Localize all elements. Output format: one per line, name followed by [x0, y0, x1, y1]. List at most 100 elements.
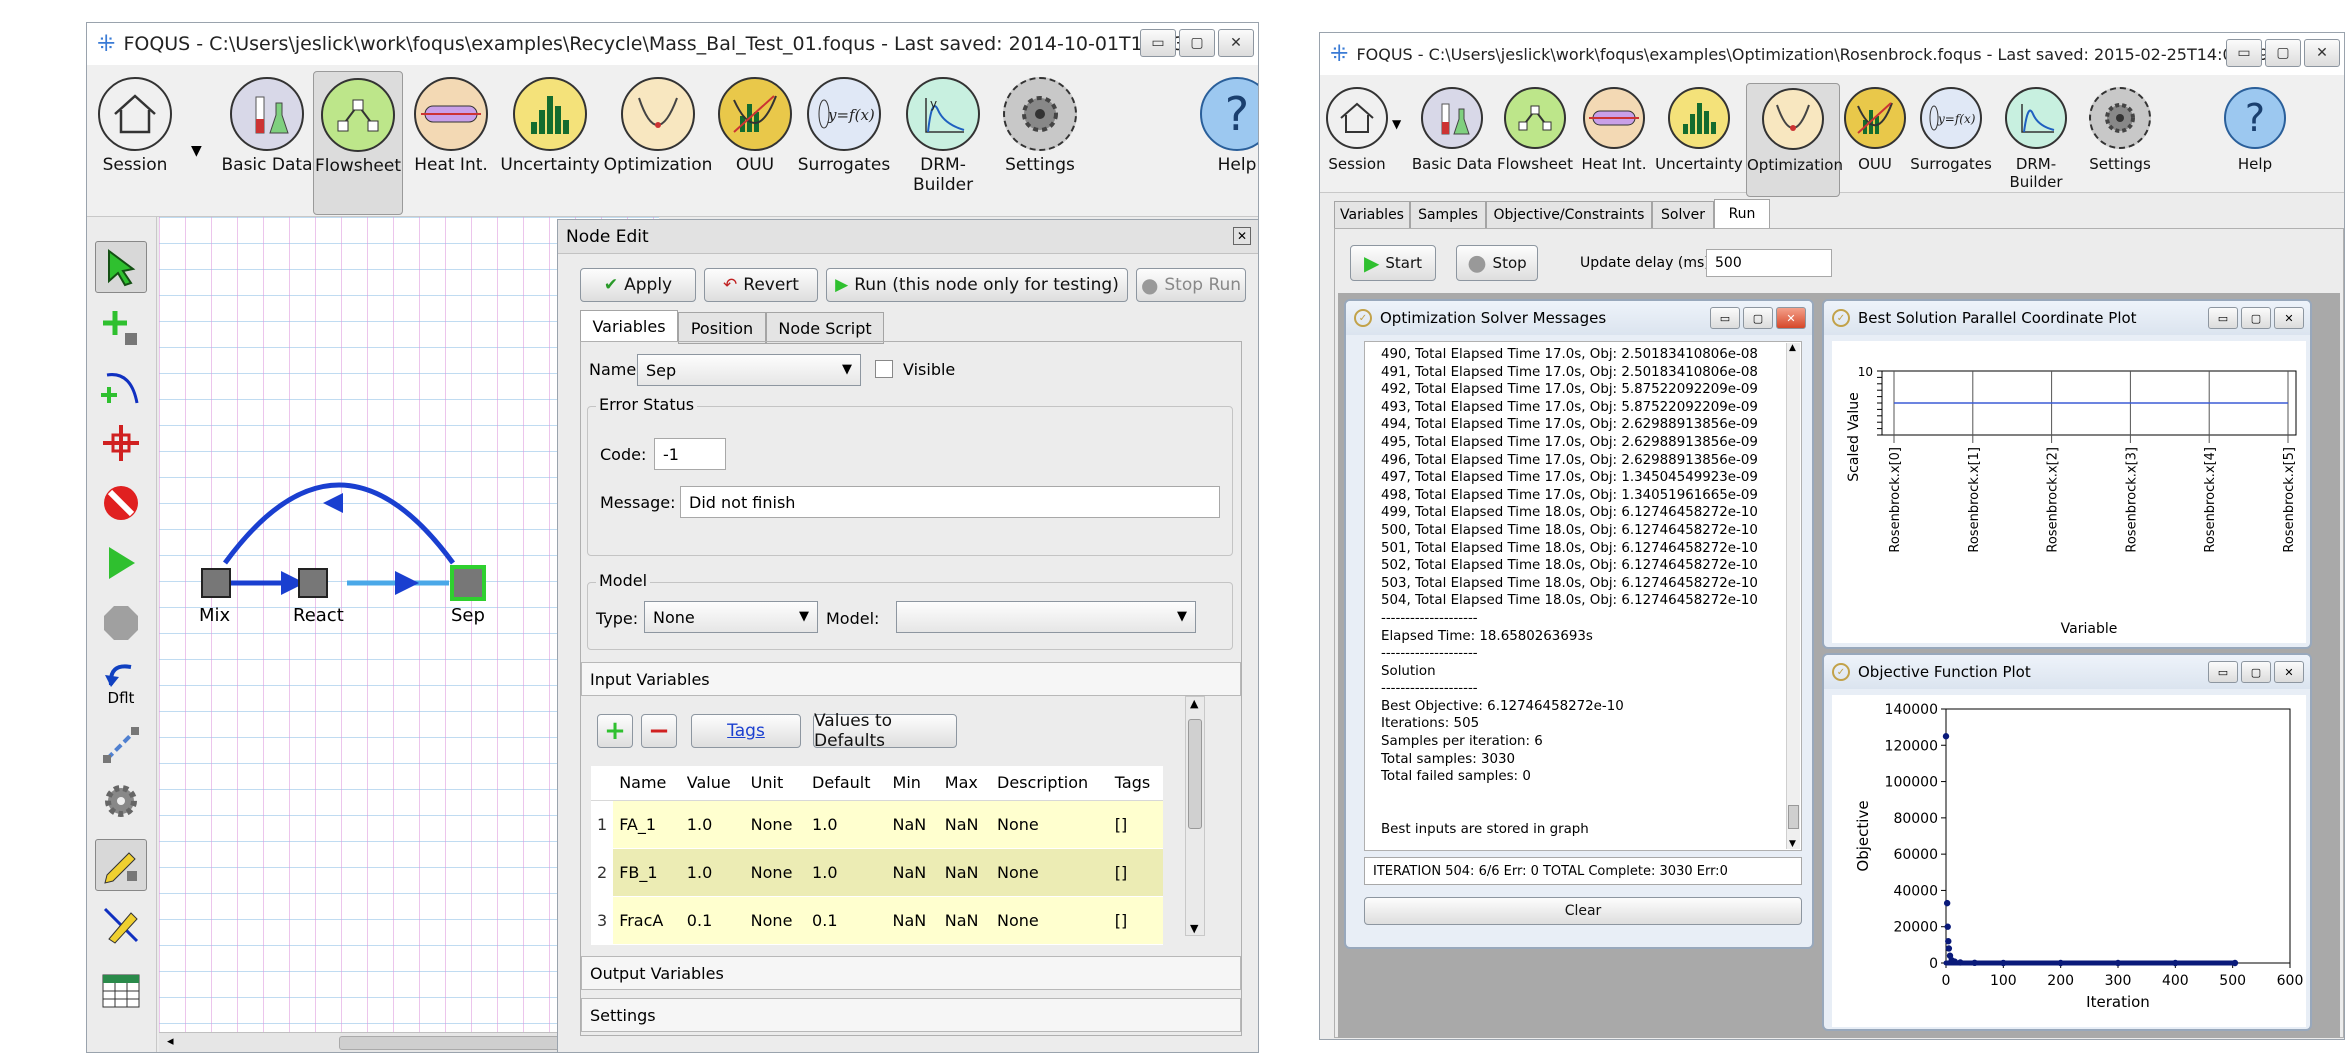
flowsheet-button[interactable]: Flowsheet [1496, 83, 1574, 173]
objective-plot-area[interactable]: 0 20000 40000 60000 80000 100000 120000 140000 0… [1832, 695, 2306, 1027]
window-menu-icon[interactable]: ✓ [1832, 663, 1850, 681]
scroll-down-icon[interactable]: ▼ [1789, 839, 1796, 849]
uncertainty-button[interactable]: Uncertainty [495, 71, 605, 175]
minimize-button[interactable]: ▭ [1710, 307, 1740, 329]
close-button[interactable]: ✕ [2274, 307, 2304, 329]
edge-tool-button[interactable] [95, 719, 147, 771]
settings-button[interactable]: Settings [2082, 83, 2158, 173]
run-flowsheet-button[interactable] [95, 537, 147, 589]
settings-section[interactable]: Settings [581, 998, 1241, 1032]
session-button[interactable]: Session [1324, 83, 1390, 173]
basic-data-button[interactable]: Basic Data [1410, 83, 1494, 173]
revert-button[interactable]: ↶ Revert [704, 268, 818, 302]
scroll-down-icon[interactable]: ▼ [1190, 922, 1198, 935]
settings-button[interactable]: Settings [995, 71, 1085, 175]
close-button[interactable]: ✕ [2304, 39, 2340, 67]
error-code-field[interactable]: -1 [654, 438, 726, 470]
tab-variables[interactable]: Variables [580, 310, 678, 342]
help-button[interactable]: ? Help [2220, 83, 2290, 173]
center-view-button[interactable] [95, 417, 147, 469]
scroll-up-icon[interactable]: ▲ [1789, 343, 1796, 353]
select-tool-button[interactable] [95, 241, 147, 293]
add-node-button[interactable] [95, 303, 147, 355]
sep-node[interactable] [450, 565, 486, 601]
values-to-defaults-button[interactable]: Values to Defaults [813, 711, 957, 751]
stop-flowsheet-button[interactable] [95, 597, 147, 649]
close-button[interactable]: ✕ [1776, 307, 1806, 329]
edit-edge-button[interactable] [95, 899, 147, 951]
close-button[interactable]: ✕ [2274, 661, 2304, 683]
model-type-select[interactable]: None ▼ [644, 601, 818, 633]
solver-log[interactable]: 490, Total Elapsed Time 17.0s, Obj: 2.50… [1364, 341, 1802, 851]
default-button[interactable]: Dflt [95, 657, 147, 709]
table-row[interactable]: 2 FB_1 1.0 None 1.0 NaN NaN None [] [591, 848, 1163, 897]
drm-builder-button[interactable]: DRM-Builder [1994, 83, 2078, 191]
scrollbar-thumb[interactable] [1188, 719, 1202, 829]
delete-button[interactable] [95, 477, 147, 529]
tab-node-script[interactable]: Node Script [766, 312, 884, 344]
remove-variable-button[interactable]: − [641, 714, 677, 748]
close-icon[interactable]: ✕ [1233, 227, 1251, 245]
maximize-button[interactable]: ▢ [1743, 307, 1773, 329]
optimization-button[interactable]: Optimization [1746, 83, 1843, 197]
surrogates-button[interactable]: y=f(x) Surrogates [797, 71, 891, 175]
tab-variables[interactable]: Variables [1334, 201, 1410, 229]
minimize-button[interactable]: ▭ [1140, 29, 1176, 57]
ouu-button[interactable]: OUU [713, 71, 797, 175]
help-button[interactable]: ? Help [1197, 71, 1258, 175]
add-variable-button[interactable]: + [597, 714, 633, 748]
edit-node-button[interactable] [95, 839, 147, 891]
uncertainty-button[interactable]: Uncertainty [1654, 83, 1744, 173]
log-scrollbar[interactable]: ▲ ▼ [1786, 343, 1800, 849]
session-dropdown-icon[interactable]: ▼ [1392, 117, 1401, 131]
window-menu-icon[interactable]: ✓ [1354, 309, 1372, 327]
minimize-button[interactable]: ▭ [2208, 661, 2238, 683]
tab-objective-constraints[interactable]: Objective/Constraints [1486, 201, 1652, 229]
scroll-left-icon[interactable]: ◂ [167, 1034, 174, 1049]
drm-builder-button[interactable]: y DRM-Builder [891, 71, 995, 195]
scrollbar-thumb[interactable] [1788, 805, 1799, 829]
maximize-button[interactable]: ▢ [2241, 307, 2271, 329]
minimize-button[interactable]: ▭ [2226, 39, 2262, 67]
tab-position[interactable]: Position [678, 312, 766, 344]
heat-int-button[interactable]: Heat Int. [405, 71, 497, 175]
error-message-field[interactable]: Did not finish [680, 486, 1220, 518]
model-select[interactable]: ▼ [896, 601, 1196, 633]
tab-solver[interactable]: Solver [1652, 201, 1714, 229]
session-button[interactable]: Session [95, 71, 175, 175]
input-variables-section[interactable]: Input Variables [581, 662, 1241, 696]
node-name-select[interactable]: Sep ▼ [637, 354, 861, 386]
node-settings-button[interactable] [95, 775, 147, 827]
tab-samples[interactable]: Samples [1410, 201, 1486, 229]
input-variables-table[interactable]: Name Value Unit Default Min Max Descript… [591, 766, 1163, 945]
apply-button[interactable]: ✔ Apply [580, 268, 696, 302]
basic-data-button[interactable]: Basic Data [217, 71, 317, 175]
stop-run-button[interactable]: ● Stop Run [1136, 268, 1246, 302]
maximize-button[interactable]: ▢ [2241, 661, 2271, 683]
react-node[interactable] [298, 568, 328, 598]
parallel-plot-area[interactable]: 10 Rosenbrock.x[0] Rosenbrock.x[1] Rosenbro… [1832, 341, 2306, 643]
output-variables-section[interactable]: Output Variables [581, 956, 1241, 990]
heat-int-button[interactable]: Heat Int. [1576, 83, 1652, 173]
run-node-button[interactable]: ▶ Run (this node only for testing) [826, 268, 1128, 302]
table-view-button[interactable] [95, 965, 147, 1017]
table-vertical-scrollbar[interactable]: ▲ ▼ [1185, 696, 1205, 936]
update-delay-input[interactable]: 500 [1706, 249, 1832, 277]
visible-checkbox[interactable] [875, 360, 893, 378]
surrogates-button[interactable]: y=f(x) Surrogates [1910, 83, 1992, 173]
scroll-up-icon[interactable]: ▲ [1190, 697, 1198, 710]
add-edge-button[interactable] [95, 361, 147, 413]
session-dropdown-icon[interactable]: ▼ [191, 143, 202, 159]
maximize-button[interactable]: ▢ [1179, 29, 1215, 57]
window-menu-icon[interactable]: ✓ [1832, 309, 1850, 327]
mix-node[interactable] [201, 568, 231, 598]
tags-button[interactable]: Tags [691, 714, 801, 748]
tab-run[interactable]: Run [1714, 199, 1770, 229]
stop-button[interactable]: ● Stop [1456, 245, 1538, 281]
optimization-button[interactable]: Optimization [603, 71, 713, 175]
start-button[interactable]: ▶ Start [1350, 245, 1436, 281]
table-row[interactable]: 1 FA_1 1.0 None 1.0 NaN NaN None [] [591, 800, 1163, 849]
table-row[interactable]: 3 FracA 0.1 None 0.1 NaN NaN None [] [591, 896, 1163, 945]
clear-button[interactable]: Clear [1364, 897, 1802, 925]
ouu-button[interactable]: OUU [1842, 83, 1908, 173]
